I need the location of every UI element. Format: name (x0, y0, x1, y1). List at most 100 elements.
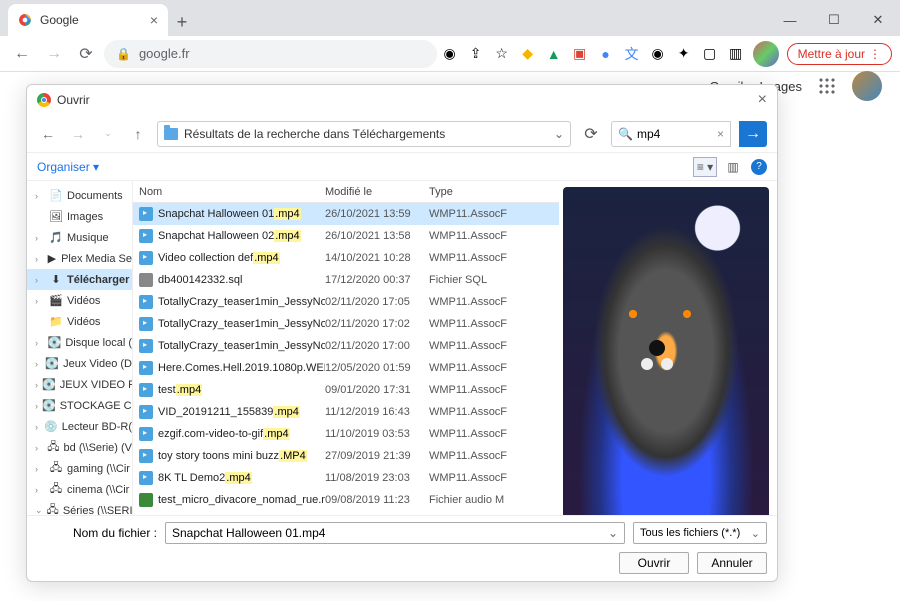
share-icon[interactable]: ⇪ (467, 45, 485, 63)
chrome-icon (37, 93, 51, 107)
tree-item[interactable]: ›⬇Télécharger (27, 269, 132, 290)
update-button[interactable]: Mettre à jour⋮ (787, 43, 892, 65)
window-close-icon[interactable]: ✕ (856, 4, 900, 36)
dialog-toolbar: Organiser ▾ ≡ ▾ ▥ ? (27, 153, 777, 181)
file-row[interactable]: TotallyCrazy_teaser1min_JessyNottola_12.… (133, 335, 559, 357)
tree-item[interactable]: ›💽JEUX VIDEO F (27, 374, 132, 395)
path-bar[interactable]: Résultats de la recherche dans Télécharg… (157, 121, 571, 147)
search-value: mp4 (637, 127, 660, 141)
nav-back-icon[interactable]: ← (37, 126, 59, 142)
col-type[interactable]: Type (429, 186, 559, 198)
cast-icon[interactable]: ▢ (701, 45, 719, 63)
new-tab-button[interactable]: + (168, 8, 196, 36)
browser-titlebar: Google × + — ☐ ✕ (0, 0, 900, 36)
refresh-icon[interactable]: ⟳ (579, 124, 603, 144)
tree-item[interactable]: ›🎵Musique (27, 227, 132, 248)
ext-icon-5[interactable]: ▥ (727, 45, 745, 63)
ext-icon-1[interactable]: ◆ (519, 45, 537, 63)
tree-item[interactable]: ›💿Lecteur BD-R( (27, 416, 132, 437)
lock-icon: 🔒 (116, 47, 131, 61)
file-row[interactable]: Snapchat Halloween 02.mp426/10/2021 13:5… (133, 225, 559, 247)
tab-title: Google (40, 13, 79, 27)
ext-icon-3[interactable]: ● (597, 45, 615, 63)
toolbar-icons: ◉ ⇪ ☆ ◆ ▲ ▣ ● 文 ◉ ✦ ▢ ▥ Mettre à jour⋮ (441, 41, 892, 67)
ext-icon-4[interactable]: ◉ (649, 45, 667, 63)
nav-recent-icon[interactable]: ⌄ (97, 128, 119, 139)
help-icon[interactable]: ? (751, 159, 767, 175)
chevron-down-icon[interactable]: ⌄ (554, 127, 564, 141)
view-list-icon[interactable]: ≡ ▾ (693, 157, 717, 177)
reload-button[interactable]: ⟳ (72, 40, 100, 68)
tree-item[interactable]: ›💽STOCKAGE CL (27, 395, 132, 416)
nav-forward-icon[interactable]: → (67, 126, 89, 142)
path-text: Résultats de la recherche dans Télécharg… (184, 127, 445, 141)
address-text: google.fr (139, 46, 190, 61)
file-row[interactable]: Video collection def.mp414/10/2021 10:28… (133, 247, 559, 269)
organize-menu[interactable]: Organiser ▾ (37, 160, 99, 174)
file-row[interactable]: db400142332.sql17/12/2020 00:37Fichier S… (133, 269, 559, 291)
translate-icon[interactable]: 文 (623, 45, 641, 63)
file-row[interactable]: test_micro_divacore_nomad_rue.m4a09/08/2… (133, 489, 559, 511)
apps-icon[interactable] (818, 77, 836, 95)
location-icon[interactable]: ◉ (441, 45, 459, 63)
filename-label: Nom du fichier : (37, 526, 157, 540)
tree-item[interactable]: ›🖧bd (\\Serie) (V (27, 437, 132, 458)
file-row[interactable]: TotallyCrazy_teaser1min_JessyNottola_12.… (133, 291, 559, 313)
file-row[interactable]: ezgif.com-video-to-gif.mp411/10/2019 03:… (133, 423, 559, 445)
cancel-button[interactable]: Annuler (697, 552, 767, 574)
tree-item[interactable]: ›💽Jeux Video (D (27, 353, 132, 374)
file-list-header: Nom Modifié le Type (133, 181, 559, 203)
tree-item[interactable]: 🖼Images (27, 206, 132, 227)
search-go-button[interactable]: → (739, 121, 767, 147)
nav-up-icon[interactable]: ↑ (127, 126, 149, 142)
google-avatar[interactable] (852, 71, 882, 101)
search-icon: 🔍 (618, 127, 633, 141)
window-maximize-icon[interactable]: ☐ (812, 4, 856, 36)
dialog-search-input[interactable]: 🔍 mp4 × (611, 121, 731, 147)
search-clear-icon[interactable]: × (717, 127, 724, 141)
file-row[interactable]: VID_20191211_155839.mp411/12/2019 16:43W… (133, 401, 559, 423)
tree-item[interactable]: ⌄🖧Séries (\\SERI (27, 500, 132, 515)
filename-input[interactable]: Snapchat Halloween 01.mp4⌄ (165, 522, 625, 544)
file-row[interactable]: test.mp409/01/2020 17:31WMP11.AssocF (133, 379, 559, 401)
file-row[interactable]: TotallyCrazy_teaser1min_JessyNottola_12.… (133, 313, 559, 335)
preview-pane-icon[interactable]: ▥ (721, 157, 745, 177)
folder-tree: ›📄Documents🖼Images›🎵Musique›▶Plex Media … (27, 181, 133, 515)
window-minimize-icon[interactable]: — (768, 4, 812, 36)
file-open-dialog: Ouvrir × ← → ⌄ ↑ Résultats de la recherc… (26, 84, 778, 582)
file-row[interactable]: Here.Comes.Hell.2019.1080p.WEBRip.x26...… (133, 357, 559, 379)
extensions-icon[interactable]: ✦ (675, 45, 693, 63)
folder-icon (164, 128, 178, 140)
tree-item[interactable]: ›🎬Vidéos (27, 290, 132, 311)
col-modified[interactable]: Modifié le (325, 186, 429, 198)
browser-tab[interactable]: Google × (8, 4, 168, 36)
file-row[interactable]: Snapchat Halloween 01.mp426/10/2021 13:5… (133, 203, 559, 225)
file-row[interactable]: toy story toons mini buzz.MP427/09/2019 … (133, 445, 559, 467)
file-row[interactable]: 8K TL Demo2.mp411/08/2019 23:03WMP11.Ass… (133, 467, 559, 489)
file-list: Nom Modifié le Type Snapchat Halloween 0… (133, 181, 559, 515)
forward-button[interactable]: → (40, 40, 68, 68)
chevron-down-icon: ⌄ (608, 526, 618, 540)
dialog-title: Ouvrir (57, 93, 90, 107)
tree-item[interactable]: ›💽Disque local ( (27, 332, 132, 353)
chevron-down-icon: ⌄ (751, 527, 760, 540)
back-button[interactable]: ← (8, 40, 36, 68)
col-name[interactable]: Nom (139, 186, 325, 198)
ext-icon-2[interactable]: ▣ (571, 45, 589, 63)
tree-item[interactable]: ›📄Documents (27, 185, 132, 206)
drive-icon[interactable]: ▲ (545, 45, 563, 63)
address-bar[interactable]: 🔒 google.fr (104, 40, 437, 68)
tree-item[interactable]: ›🖧gaming (\\Cir (27, 458, 132, 479)
bookmark-icon[interactable]: ☆ (493, 45, 511, 63)
tree-item[interactable]: ›▶Plex Media Se (27, 248, 132, 269)
tree-item[interactable]: ›🖧cinema (\\Cir (27, 479, 132, 500)
google-favicon (18, 13, 32, 27)
filetype-select[interactable]: Tous les fichiers (*.*)⌄ (633, 522, 767, 544)
dialog-close-icon[interactable]: × (758, 91, 767, 109)
tree-item[interactable]: 📁Vidéos (27, 311, 132, 332)
tab-close-icon[interactable]: × (150, 12, 158, 28)
profile-avatar[interactable] (753, 41, 779, 67)
open-button[interactable]: Ouvrir (619, 552, 689, 574)
dialog-titlebar: Ouvrir × (27, 85, 777, 115)
preview-pane (559, 181, 777, 515)
